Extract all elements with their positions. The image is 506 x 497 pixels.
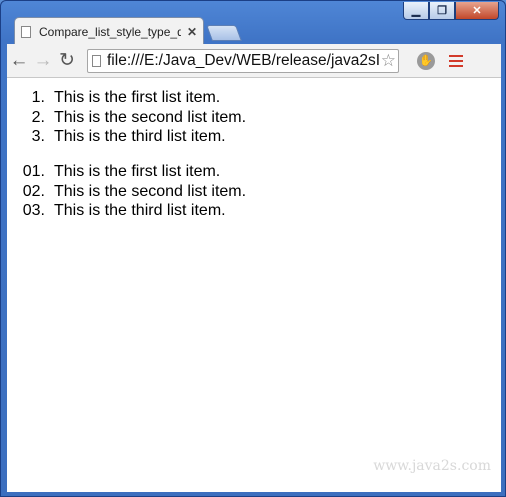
forward-icon[interactable]: → xyxy=(31,49,55,73)
file-icon xyxy=(92,54,101,67)
maximize-button[interactable]: ❐ xyxy=(429,2,455,20)
list-marker: 3. xyxy=(31,128,45,145)
list-item: 1. This is the first list item. xyxy=(7,88,246,108)
list-marker: 01. xyxy=(22,163,45,180)
minimize-button[interactable]: ▁ xyxy=(403,2,429,20)
list-item-text: This is the third list item. xyxy=(54,128,226,145)
tab-title: Compare_list_style_type_d xyxy=(39,24,181,39)
new-tab-button[interactable] xyxy=(206,25,242,41)
list-item: 03. This is the third list item. xyxy=(7,201,246,221)
browser-window: ▁ ❐ ✕ Compare_list_style_type_d ✕ ← → ↻ … xyxy=(0,0,506,497)
url-text[interactable]: file:///E:/Java_Dev/WEB/release/java2sID… xyxy=(107,52,394,70)
bookmark-star-icon[interactable]: ☆ xyxy=(378,50,396,71)
back-icon[interactable]: ← xyxy=(7,49,31,73)
reload-icon[interactable]: ↻ xyxy=(55,49,79,73)
list-item-text: This is the second list item. xyxy=(54,182,247,200)
menu-icon[interactable] xyxy=(449,54,463,67)
list-marker: 1. xyxy=(31,89,45,106)
list-item: 02. This is the second list item. xyxy=(7,182,246,202)
list-marker: 2. xyxy=(31,108,45,126)
list-item-text: This is the first list item. xyxy=(54,89,221,106)
close-tab-icon[interactable]: ✕ xyxy=(187,25,197,39)
list-item-text: This is the second list item. xyxy=(54,108,247,126)
list-item-text: This is the third list item. xyxy=(54,202,226,219)
page-icon xyxy=(21,25,31,38)
window-controls: ▁ ❐ ✕ xyxy=(403,2,499,20)
close-window-button[interactable]: ✕ xyxy=(455,2,499,20)
page-content: 1. This is the first list item. 2. This is… xyxy=(7,78,501,492)
decimal-list: 1. This is the first list item. 2. This is… xyxy=(7,88,246,147)
list-item: 01. This is the first list item. xyxy=(7,162,246,182)
list-marker: 03. xyxy=(22,202,45,219)
decimal-leading-zero-list: 01. This is the first list item. 02. This … xyxy=(7,162,246,221)
list-item-text: This is the first list item. xyxy=(54,163,221,180)
list-item: 2. This is the second list item. xyxy=(7,108,246,128)
address-bar[interactable]: file:///E:/Java_Dev/WEB/release/java2sID… xyxy=(87,48,399,73)
active-tab[interactable]: Compare_list_style_type_d ✕ xyxy=(14,17,204,45)
watermark: www.java2s.com xyxy=(373,458,491,474)
extension-icon[interactable]: ✋ xyxy=(417,51,435,70)
toolbar: ← → ↻ file:///E:/Java_Dev/WEB/release/ja… xyxy=(7,44,501,78)
list-marker: 02. xyxy=(22,182,45,200)
list-item: 3. This is the third list item. xyxy=(7,127,246,147)
